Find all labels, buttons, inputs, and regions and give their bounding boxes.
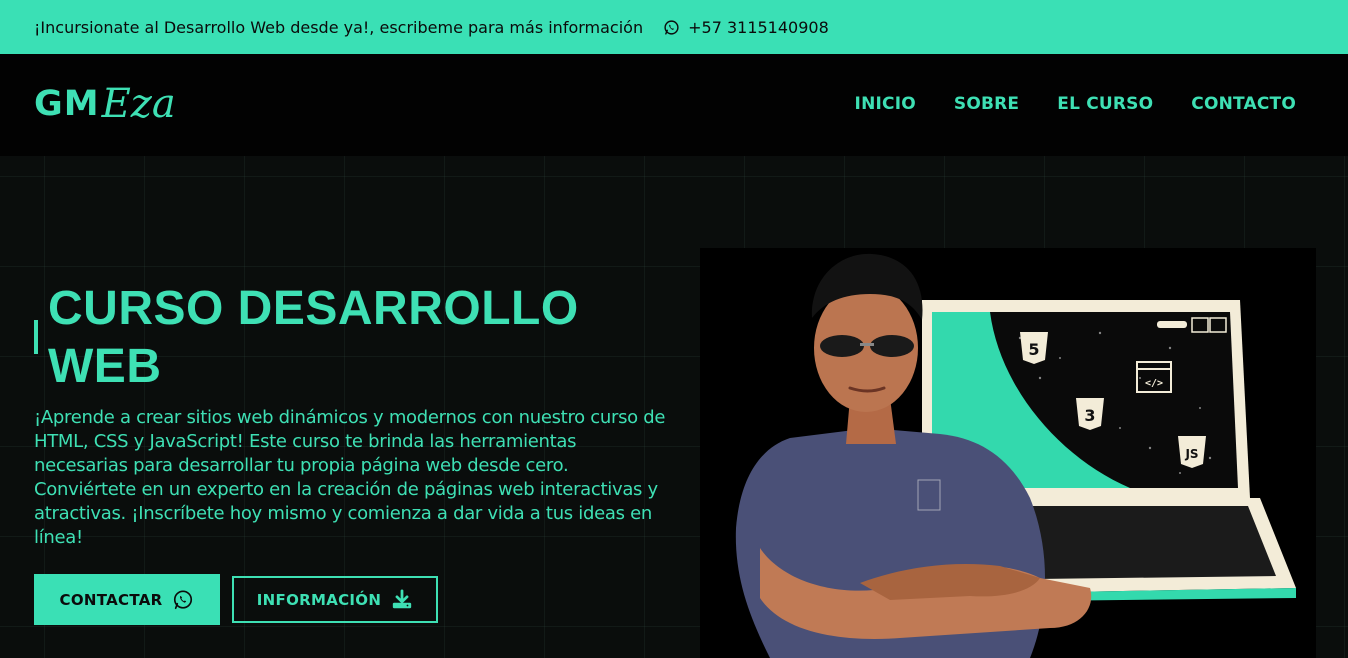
title-accent-bar bbox=[34, 320, 38, 354]
contact-button[interactable]: CONTACTAR bbox=[34, 574, 220, 625]
whatsapp-contact-link[interactable]: +57 3115140908 bbox=[663, 18, 829, 37]
hero-description: ¡Aprende a crear sitios web dinámicos y … bbox=[34, 407, 666, 548]
nav-item-contacto[interactable]: CONTACTO bbox=[1191, 94, 1296, 114]
code-window-label: </> bbox=[1145, 378, 1163, 389]
logo-text-gm: GM bbox=[34, 84, 100, 124]
html5-badge-icon: 5 bbox=[1020, 332, 1048, 364]
info-button-label: INFORMACIÓN bbox=[256, 590, 382, 609]
css3-badge-label: 3 bbox=[1084, 406, 1095, 425]
nav-item-el-curso[interactable]: EL CURSO bbox=[1057, 94, 1153, 114]
hero-title: CURSO DESARROLLO WEB bbox=[48, 280, 668, 396]
hero-title-line1: CURSO DESARROLLO bbox=[48, 282, 579, 335]
hero-section: CURSO DESARROLLO WEB ¡Aprende a crear si… bbox=[0, 156, 1348, 658]
announcement-text: ¡Incursionate al Desarrollo Web desde ya… bbox=[34, 17, 644, 37]
html5-badge-label: 5 bbox=[1028, 340, 1039, 359]
phone-number: +57 3115140908 bbox=[688, 17, 829, 37]
css3-badge-icon: 3 bbox=[1076, 398, 1104, 430]
whatsapp-icon bbox=[174, 589, 193, 609]
nav-menu: INICIO SOBRE EL CURSO CONTACTO bbox=[855, 94, 1296, 114]
download-icon bbox=[393, 588, 412, 608]
site-logo[interactable]: GM Eza bbox=[34, 82, 176, 144]
contact-button-label: CONTACTAR bbox=[59, 590, 163, 609]
main-navbar: GM Eza INICIO SOBRE EL CURSO CONTACTO bbox=[0, 54, 1348, 156]
whatsapp-icon bbox=[664, 19, 679, 35]
js-badge-label: JS bbox=[1184, 447, 1198, 461]
announcement-bar: ¡Incursionate al Desarrollo Web desde ya… bbox=[0, 0, 1348, 54]
info-download-button[interactable]: INFORMACIÓN bbox=[232, 576, 438, 623]
nav-item-sobre[interactable]: SOBRE bbox=[954, 94, 1019, 114]
js-badge-icon: JS bbox=[1178, 436, 1206, 468]
avatar-laptop-illustration: 5 3 JS </> bbox=[735, 253, 1296, 658]
logo-text-eza: Eza bbox=[101, 81, 176, 127]
hero-illustration: 5 3 JS </> bbox=[700, 248, 1316, 658]
nav-item-inicio[interactable]: INICIO bbox=[855, 94, 916, 114]
hero-title-line2: WEB bbox=[48, 340, 162, 393]
